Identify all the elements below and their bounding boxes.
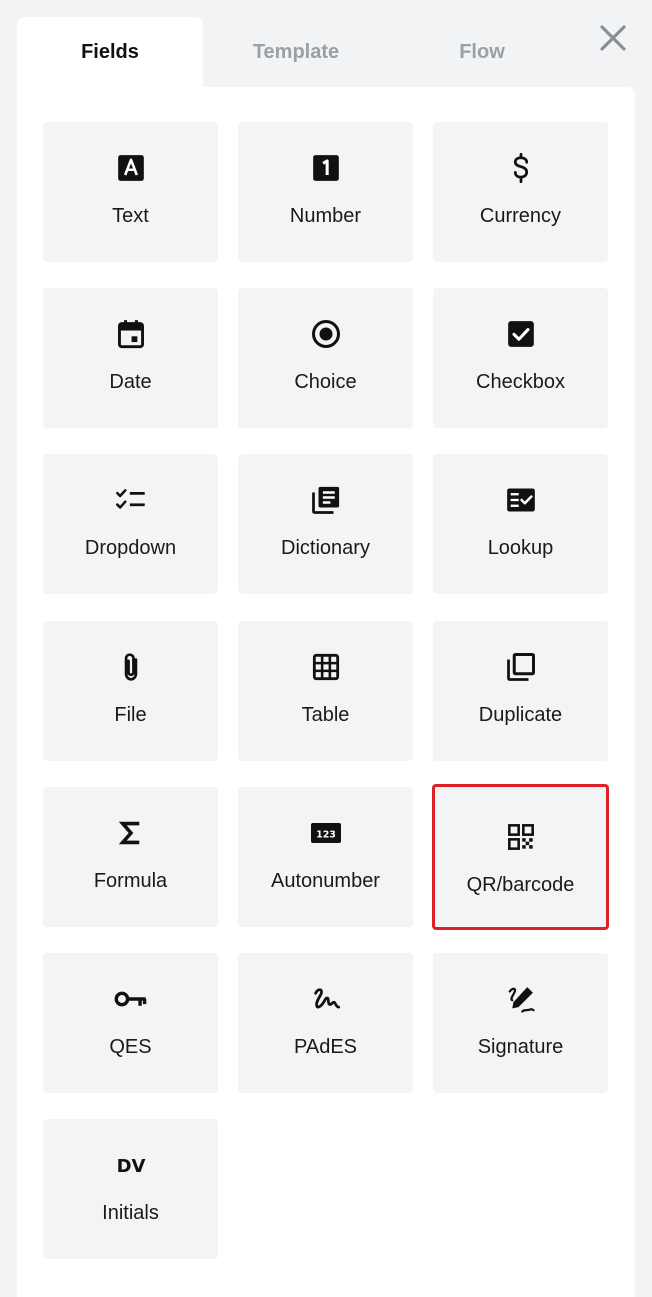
field-tile-autonumber[interactable]: 123 Autonumber — [238, 787, 413, 927]
field-label: Autonumber — [271, 870, 380, 892]
field-tile-dictionary[interactable]: Dictionary — [238, 454, 413, 594]
field-tile-file[interactable]: File — [43, 621, 218, 761]
currency-icon — [513, 152, 528, 184]
library-books-icon — [311, 486, 339, 514]
initials-icon: DV — [116, 1156, 145, 1176]
field-tile-table[interactable]: Table — [238, 621, 413, 761]
field-tile-qr-barcode[interactable]: QR/barcode — [432, 784, 609, 930]
autonumber-icon: 123 — [310, 823, 341, 843]
field-tile-text[interactable]: Text — [43, 122, 218, 262]
field-label: Checkbox — [476, 371, 565, 393]
tab-template[interactable]: Template — [203, 17, 389, 89]
field-label: QR/barcode — [466, 874, 575, 896]
field-label: QES — [109, 1036, 152, 1058]
field-label: Table — [301, 704, 350, 726]
fields-panel: Text Number Currency Date Choice Checkbo… — [17, 87, 635, 1297]
field-label: Number — [289, 205, 362, 227]
tab-flow[interactable]: Flow — [389, 17, 575, 89]
fact-check-icon — [506, 488, 535, 512]
field-label: Text — [112, 205, 149, 227]
gesture-icon — [313, 988, 340, 1009]
svg-text:123: 123 — [316, 830, 336, 841]
field-tile-signature[interactable]: Signature — [433, 953, 608, 1093]
field-label: Signature — [477, 1036, 564, 1058]
number-icon — [312, 155, 339, 181]
field-label: Duplicate — [478, 704, 563, 726]
field-tile-choice[interactable]: Choice — [238, 288, 413, 428]
field-label: Choice — [294, 371, 357, 393]
field-tile-lookup[interactable]: Lookup — [433, 454, 608, 594]
paperclip-icon — [124, 653, 137, 681]
close-button[interactable] — [596, 21, 630, 55]
field-label: Formula — [93, 870, 168, 892]
qr-code-icon — [507, 824, 534, 850]
field-label: Date — [109, 371, 152, 393]
field-label: Dictionary — [281, 537, 370, 559]
text-icon — [117, 155, 144, 181]
field-tile-dropdown[interactable]: Dropdown — [43, 454, 218, 594]
close-icon — [600, 25, 626, 51]
field-label: Dropdown — [84, 537, 177, 559]
field-label: Lookup — [487, 537, 554, 559]
field-label: Initials — [102, 1202, 159, 1224]
radio-icon — [311, 320, 340, 348]
tab-fields[interactable]: Fields — [17, 17, 203, 89]
field-tile-number[interactable]: Number — [238, 122, 413, 262]
field-label: Currency — [479, 205, 562, 227]
field-label: File — [114, 704, 147, 726]
tab-bar: Fields Template Flow — [17, 17, 635, 89]
key-icon — [114, 991, 146, 1007]
field-tile-currency[interactable]: Currency — [433, 122, 608, 262]
checklist-icon — [115, 489, 145, 509]
field-tile-date[interactable]: Date — [43, 288, 218, 428]
checkbox-icon — [507, 321, 534, 347]
field-tile-initials[interactable]: DV Initials — [43, 1119, 218, 1259]
svg-text:DV: DV — [116, 1156, 145, 1176]
field-tile-duplicate[interactable]: Duplicate — [433, 621, 608, 761]
calendar-icon — [117, 320, 144, 349]
field-label: PAdES — [294, 1036, 357, 1058]
field-tile-checkbox[interactable]: Checkbox — [433, 288, 608, 428]
grid-icon — [312, 653, 339, 681]
copy-icon — [506, 653, 535, 681]
field-tile-pades[interactable]: PAdES — [238, 953, 413, 1093]
field-tile-formula[interactable]: Formula — [43, 787, 218, 927]
field-tile-qes[interactable]: QES — [43, 953, 218, 1093]
pen-signature-icon — [508, 987, 535, 1013]
sigma-icon — [118, 821, 139, 845]
